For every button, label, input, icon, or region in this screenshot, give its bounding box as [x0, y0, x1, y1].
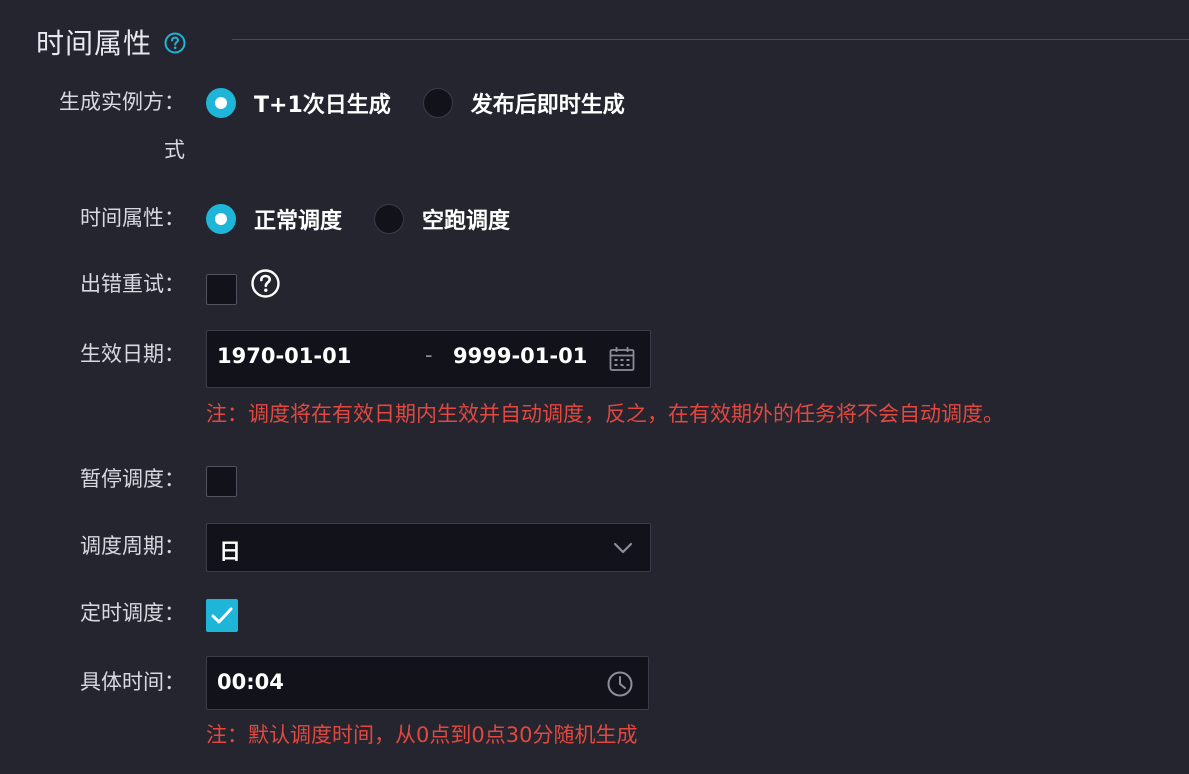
radio-publish-immediate-label: 发布后即时生成: [470, 93, 625, 118]
schedule-cycle-select[interactable]: 日: [206, 523, 651, 572]
radio-dry-run-schedule-dot[interactable]: [374, 204, 405, 234]
section-title: 时间属性: [36, 27, 153, 60]
time-property-radio-group: 正常调度 空跑调度: [206, 203, 542, 235]
radio-dry-run-schedule-label: 空跑调度: [422, 209, 511, 234]
radio-t-plus-1-dot[interactable]: [206, 88, 236, 118]
instance-mode-radio-group: T+1次日生成 发布后即时生成: [206, 87, 657, 119]
instance-mode-label: 生成实例方： 式: [36, 78, 185, 174]
radio-normal-schedule[interactable]: 正常调度: [206, 203, 342, 235]
timed-schedule-label: 定时调度：: [80, 601, 185, 625]
radio-t-plus-1[interactable]: T+1次日生成: [206, 87, 391, 119]
date-range-picker[interactable]: 1970-01-01 - 9999-01-01: [206, 330, 651, 388]
radio-publish-immediate[interactable]: 发布后即时生成: [422, 87, 625, 119]
schedule-cycle-label: 调度周期：: [80, 534, 185, 558]
radio-publish-immediate-dot[interactable]: [422, 88, 453, 118]
instance-mode-label-line1: 生成实例方：: [59, 90, 185, 114]
chevron-down-icon[interactable]: [612, 540, 634, 556]
date-range-end[interactable]: 9999-01-01: [453, 344, 587, 368]
checkmark-icon: [211, 607, 233, 624]
section-divider: [232, 39, 1189, 40]
section-header: 时间属性: [36, 22, 186, 62]
date-range-start[interactable]: 1970-01-01: [217, 344, 351, 368]
radio-normal-schedule-label: 正常调度: [254, 209, 343, 234]
retry-checkbox[interactable]: [206, 274, 237, 305]
retry-help-icon[interactable]: [250, 268, 281, 299]
radio-normal-schedule-dot[interactable]: [206, 204, 236, 234]
pause-schedule-checkbox[interactable]: [206, 466, 237, 497]
schedule-cycle-value: 日: [219, 540, 242, 565]
instance-mode-label-line2: 式: [164, 138, 185, 162]
pause-schedule-label: 暂停调度：: [80, 467, 185, 491]
time-property-label: 时间属性：: [80, 206, 185, 230]
retry-label: 出错重试：: [80, 272, 185, 296]
time-picker[interactable]: 00:04: [206, 656, 649, 710]
timed-schedule-checkbox[interactable]: [206, 599, 238, 632]
radio-dry-run-schedule[interactable]: 空跑调度: [374, 203, 510, 235]
help-icon[interactable]: [164, 32, 186, 54]
time-picker-value: 00:04: [217, 670, 284, 694]
date-range-separator: -: [425, 343, 433, 367]
clock-icon[interactable]: [606, 670, 634, 698]
radio-t-plus-1-label: T+1次日生成: [254, 93, 391, 118]
effective-date-note: 注：调度将在有效日期内生效并自动调度，反之，在有效期外的任务将不会自动调度。: [206, 402, 1004, 426]
effective-date-label: 生效日期：: [80, 342, 185, 366]
specific-time-note: 注：默认调度时间，从0点到0点30分随机生成: [206, 723, 638, 747]
calendar-icon[interactable]: [608, 345, 636, 373]
specific-time-label: 具体时间：: [80, 670, 185, 694]
